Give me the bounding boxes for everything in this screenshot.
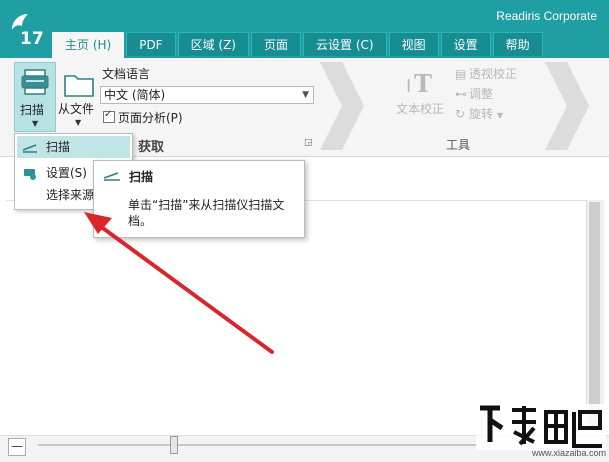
tool-items: ▤ 透视校正 ⊷ 调整 ↻ 旋转 ▼ xyxy=(455,64,517,124)
menu-item-settings-label: 设置(S) xyxy=(46,166,87,180)
chevron-separator-icon xyxy=(545,62,589,150)
group-label-tools: 工具 xyxy=(446,138,471,152)
text-correct-button[interactable]: T I 文本校正 xyxy=(396,68,444,118)
tab-home[interactable]: 主页 (H) xyxy=(52,32,125,58)
vertical-scrollbar-thumb[interactable] xyxy=(589,202,600,426)
tab-settings[interactable]: 设置 xyxy=(440,32,491,56)
scan-tooltip: 扫描 单击“扫描”来从扫描仪扫描文档。 xyxy=(93,160,305,238)
rotate-button[interactable]: ↻ 旋转 ▼ xyxy=(455,104,517,124)
rotate-label: 旋转 xyxy=(469,107,494,121)
page-analysis-label: 页面分析(P) xyxy=(118,111,183,125)
perspective-label: 透视校正 xyxy=(469,67,518,81)
readiris-logo: 17 xyxy=(12,14,44,48)
doc-language-value: 中文 (简体) xyxy=(104,88,166,102)
tooltip-title: 扫描 xyxy=(129,170,154,184)
rotate-icon: ↻ xyxy=(455,107,466,121)
from-file-button[interactable]: 从文件 ▼ xyxy=(58,62,100,132)
checkbox-checked-icon xyxy=(103,109,115,123)
chevron-down-icon: ▼ xyxy=(75,118,82,127)
doc-language-label: 文档语言 xyxy=(102,67,151,81)
scanner-icon xyxy=(21,69,49,95)
doc-language-select[interactable]: 中文 (简体) ▼ xyxy=(100,86,314,104)
chevron-down-icon: ▼ xyxy=(496,111,503,120)
scan-icon xyxy=(22,144,37,153)
tab-cloud-settings[interactable]: 云设置 (C) xyxy=(303,32,387,56)
zoom-slider-thumb[interactable] xyxy=(170,436,178,454)
watermark-url: www.xiazaiba.com xyxy=(532,448,607,458)
svg-text:T: T xyxy=(414,69,432,98)
tab-help[interactable]: 帮助 xyxy=(492,32,543,56)
zoom-out-button[interactable]: — xyxy=(8,438,26,456)
svg-text:I: I xyxy=(406,76,411,97)
tab-page[interactable]: 页面 xyxy=(251,32,302,56)
scanner-settings-icon xyxy=(24,169,36,180)
group-label-acquire: 获取 xyxy=(138,140,165,155)
menu-item-scan[interactable]: 扫描 xyxy=(17,136,130,158)
text-correct-icon: T I xyxy=(406,69,432,98)
perspective-correct-button[interactable]: ▤ 透视校正 xyxy=(455,64,517,84)
title-bar: 17 Readiris Corporate 主页 (H) PDF 区域 (Z) … xyxy=(0,0,609,58)
zoom-slider-track[interactable] xyxy=(38,444,478,446)
app-title: Readiris Corporate xyxy=(496,9,597,23)
perspective-icon: ▤ xyxy=(455,67,467,81)
folder-icon xyxy=(64,75,94,97)
adjust-button[interactable]: ⊷ 调整 xyxy=(455,84,517,104)
from-file-label: 从文件 xyxy=(58,102,95,116)
menu-item-scan-label: 扫描 xyxy=(46,140,71,154)
adjust-icon: ⊷ xyxy=(455,87,467,101)
ribbon-tabs: 主页 (H) PDF 区域 (Z) 页面 云设置 (C) 视图 设置 帮助 xyxy=(52,32,545,58)
tooltip-body: 单击“扫描”来从扫描仪扫描文档。 xyxy=(128,198,285,228)
dialog-launcher-icon[interactable]: ◲ xyxy=(304,138,313,148)
chevron-down-icon: ▼ xyxy=(32,119,39,128)
scan-button[interactable]: 扫描 ▼ xyxy=(14,62,56,132)
text-correct-label: 文本校正 xyxy=(396,102,445,116)
chevron-down-icon: ▼ xyxy=(302,90,309,100)
tab-view[interactable]: 视图 xyxy=(388,32,439,56)
tab-zone[interactable]: 区域 (Z) xyxy=(177,32,249,56)
logo-text: 17 xyxy=(20,29,44,48)
menu-item-select-source-label: 选择来源 xyxy=(46,188,95,202)
chevron-separator-icon xyxy=(320,62,364,150)
scan-icon xyxy=(103,172,120,181)
adjust-label: 调整 xyxy=(469,87,494,101)
page-analysis-checkbox[interactable]: 页面分析(P) xyxy=(103,109,183,126)
scan-label: 扫描 xyxy=(20,103,45,117)
tab-pdf[interactable]: PDF xyxy=(126,32,176,56)
